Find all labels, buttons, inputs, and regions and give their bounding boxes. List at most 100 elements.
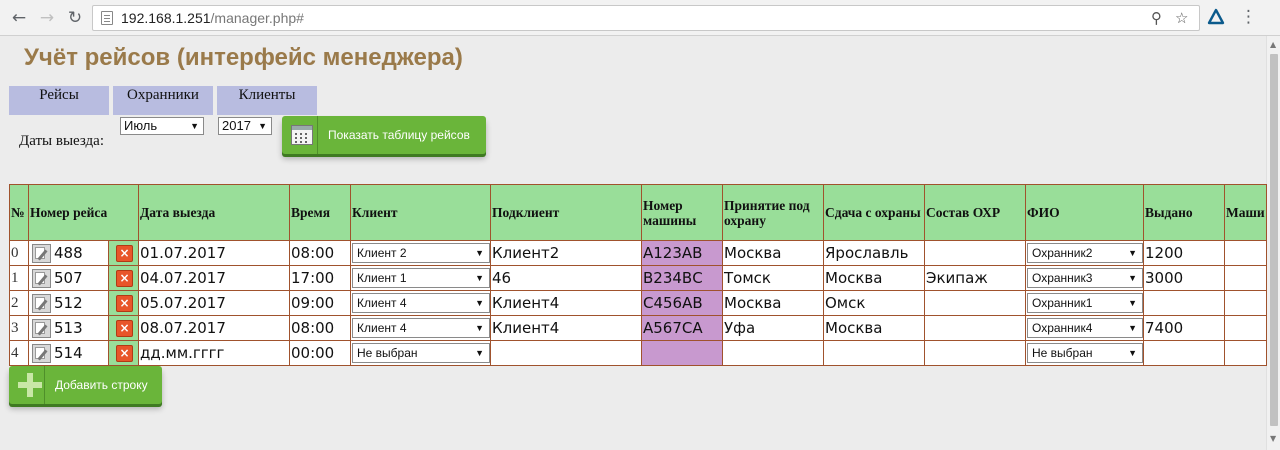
fio-select[interactable]: Охранник3 ▼ bbox=[1027, 268, 1143, 288]
accept-cell[interactable]: Уфа bbox=[722, 315, 824, 341]
chevron-down-icon: ▼ bbox=[475, 298, 484, 308]
edit-icon[interactable] bbox=[32, 319, 51, 338]
menu-dots-icon[interactable]: ⋮ bbox=[1240, 7, 1257, 27]
fio-cell: Не выбран ▼ bbox=[1025, 340, 1144, 366]
delete-icon[interactable]: × bbox=[116, 320, 133, 337]
car-number-cell[interactable] bbox=[641, 340, 723, 366]
client-select[interactable]: Клиент 1 ▼ bbox=[352, 268, 490, 288]
fio-select[interactable]: Охранник1 ▼ bbox=[1027, 293, 1143, 313]
cars-cell[interactable] bbox=[1224, 315, 1267, 341]
subclient-cell[interactable]: Клиент2 bbox=[490, 240, 642, 266]
subclient-cell[interactable] bbox=[490, 340, 642, 366]
subclient-cell[interactable]: Клиент4 bbox=[490, 315, 642, 341]
crew-cell[interactable] bbox=[924, 340, 1026, 366]
edit-icon[interactable] bbox=[32, 344, 51, 363]
edit-icon[interactable] bbox=[32, 269, 51, 288]
scroll-down-icon[interactable]: ▼ bbox=[1270, 434, 1276, 443]
show-trips-button[interactable]: Показать таблицу рейсов bbox=[282, 116, 486, 154]
scroll-thumb[interactable] bbox=[1270, 54, 1278, 426]
star-icon[interactable]: ☆ bbox=[1175, 9, 1188, 27]
accept-cell[interactable]: Москва bbox=[722, 290, 824, 316]
table-row: 3 513 × 08.07.2017 08:00 Клиент 4 ▼ Клиен… bbox=[9, 315, 1267, 341]
car-number-cell[interactable]: А567СА bbox=[641, 315, 723, 341]
year-select[interactable]: 2017 ▼ bbox=[218, 117, 272, 135]
issued-cell[interactable] bbox=[1143, 340, 1225, 366]
time-cell[interactable]: 08:00 bbox=[289, 240, 351, 266]
cars-cell[interactable] bbox=[1224, 340, 1267, 366]
date-cell[interactable]: 08.07.2017 bbox=[138, 315, 290, 341]
deliver-cell[interactable]: Москва bbox=[823, 315, 925, 341]
issued-cell[interactable]: 3000 bbox=[1143, 265, 1225, 291]
subclient-cell[interactable]: Клиент4 bbox=[490, 290, 642, 316]
date-cell[interactable]: 01.07.2017 bbox=[138, 240, 290, 266]
chevron-down-icon: ▼ bbox=[475, 323, 484, 333]
delete-icon[interactable]: × bbox=[116, 345, 133, 362]
show-trips-button-label: Показать таблицу рейсов bbox=[328, 128, 470, 142]
cars-cell[interactable] bbox=[1224, 240, 1267, 266]
fio-select[interactable]: Охранник2 ▼ bbox=[1027, 243, 1143, 263]
crew-cell[interactable]: Экипаж bbox=[924, 265, 1026, 291]
client-cell: Не выбран ▼ bbox=[350, 340, 491, 366]
scroll-up-icon[interactable]: ▲ bbox=[1270, 40, 1276, 49]
car-number-cell[interactable]: А123АВ bbox=[641, 240, 723, 266]
deliver-cell[interactable]: Ярославль bbox=[823, 240, 925, 266]
reload-icon[interactable]: ↻ bbox=[64, 7, 86, 29]
trip-number-cell: 513 bbox=[28, 315, 109, 341]
edit-icon[interactable] bbox=[32, 294, 51, 313]
add-row-button[interactable]: Добавить строку bbox=[9, 366, 162, 404]
issued-cell[interactable]: 7400 bbox=[1143, 315, 1225, 341]
date-cell[interactable]: дд.мм.гггг bbox=[138, 340, 290, 366]
date-cell[interactable]: 04.07.2017 bbox=[138, 265, 290, 291]
car-number-cell[interactable]: В234ВС bbox=[641, 265, 723, 291]
crew-cell[interactable] bbox=[924, 290, 1026, 316]
row-index: 3 bbox=[9, 315, 29, 341]
header-issued: Выдано bbox=[1143, 184, 1225, 241]
client-select[interactable]: Клиент 4 ▼ bbox=[352, 318, 490, 338]
issued-cell[interactable]: 1200 bbox=[1143, 240, 1225, 266]
deliver-cell[interactable] bbox=[823, 340, 925, 366]
client-select[interactable]: Не выбран ▼ bbox=[352, 343, 490, 363]
tab-clients[interactable]: Клиенты bbox=[217, 86, 317, 115]
button-icon-box bbox=[9, 366, 45, 404]
crew-cell[interactable] bbox=[924, 240, 1026, 266]
time-cell[interactable]: 09:00 bbox=[289, 290, 351, 316]
client-select[interactable]: Клиент 4 ▼ bbox=[352, 293, 490, 313]
back-arrow-icon[interactable]: ← bbox=[8, 7, 30, 29]
delete-icon[interactable]: × bbox=[116, 245, 133, 262]
cars-cell[interactable] bbox=[1224, 290, 1267, 316]
client-cell: Клиент 4 ▼ bbox=[350, 315, 491, 341]
address-bar[interactable]: 192.168.1.251/manager.php# ⚲ ☆ bbox=[92, 5, 1200, 31]
accept-cell[interactable]: Томск bbox=[722, 265, 824, 291]
time-cell[interactable]: 00:00 bbox=[289, 340, 351, 366]
vertical-scrollbar[interactable]: ▲ ▼ bbox=[1266, 36, 1280, 450]
tab-trips[interactable]: Рейсы bbox=[9, 86, 109, 115]
month-select[interactable]: Июль ▼ bbox=[120, 117, 204, 135]
fio-select[interactable]: Не выбран ▼ bbox=[1027, 343, 1143, 363]
date-cell[interactable]: 05.07.2017 bbox=[138, 290, 290, 316]
bookmark-manager-icon[interactable]: ⚲ bbox=[1151, 9, 1162, 27]
trip-number-cell: 512 bbox=[28, 290, 109, 316]
accept-cell[interactable] bbox=[722, 340, 824, 366]
forward-arrow-icon[interactable]: → bbox=[36, 7, 58, 29]
time-cell[interactable]: 17:00 bbox=[289, 265, 351, 291]
accept-cell[interactable]: Москва bbox=[722, 240, 824, 266]
client-select[interactable]: Клиент 2 ▼ bbox=[352, 243, 490, 263]
delete-icon[interactable]: × bbox=[116, 295, 133, 312]
table-header-row: № Номер рейса Дата выезда Время Клиент П… bbox=[9, 184, 1267, 241]
subclient-cell[interactable]: 46 bbox=[490, 265, 642, 291]
issued-cell[interactable] bbox=[1143, 290, 1225, 316]
fio-select-value: Охранник4 bbox=[1032, 321, 1093, 335]
delete-icon[interactable]: × bbox=[116, 270, 133, 287]
cars-cell[interactable] bbox=[1224, 265, 1267, 291]
crew-cell[interactable] bbox=[924, 315, 1026, 341]
client-cell: Клиент 2 ▼ bbox=[350, 240, 491, 266]
fio-select[interactable]: Охранник4 ▼ bbox=[1027, 318, 1143, 338]
trip-number: 512 bbox=[54, 294, 83, 312]
time-cell[interactable]: 08:00 bbox=[289, 315, 351, 341]
tab-guards[interactable]: Охранники bbox=[113, 86, 213, 115]
deliver-cell[interactable]: Москва bbox=[823, 265, 925, 291]
deliver-cell[interactable]: Омск bbox=[823, 290, 925, 316]
car-number-cell[interactable]: С456АВ bbox=[641, 290, 723, 316]
edit-icon[interactable] bbox=[32, 244, 51, 263]
extension-icon[interactable] bbox=[1207, 8, 1225, 26]
